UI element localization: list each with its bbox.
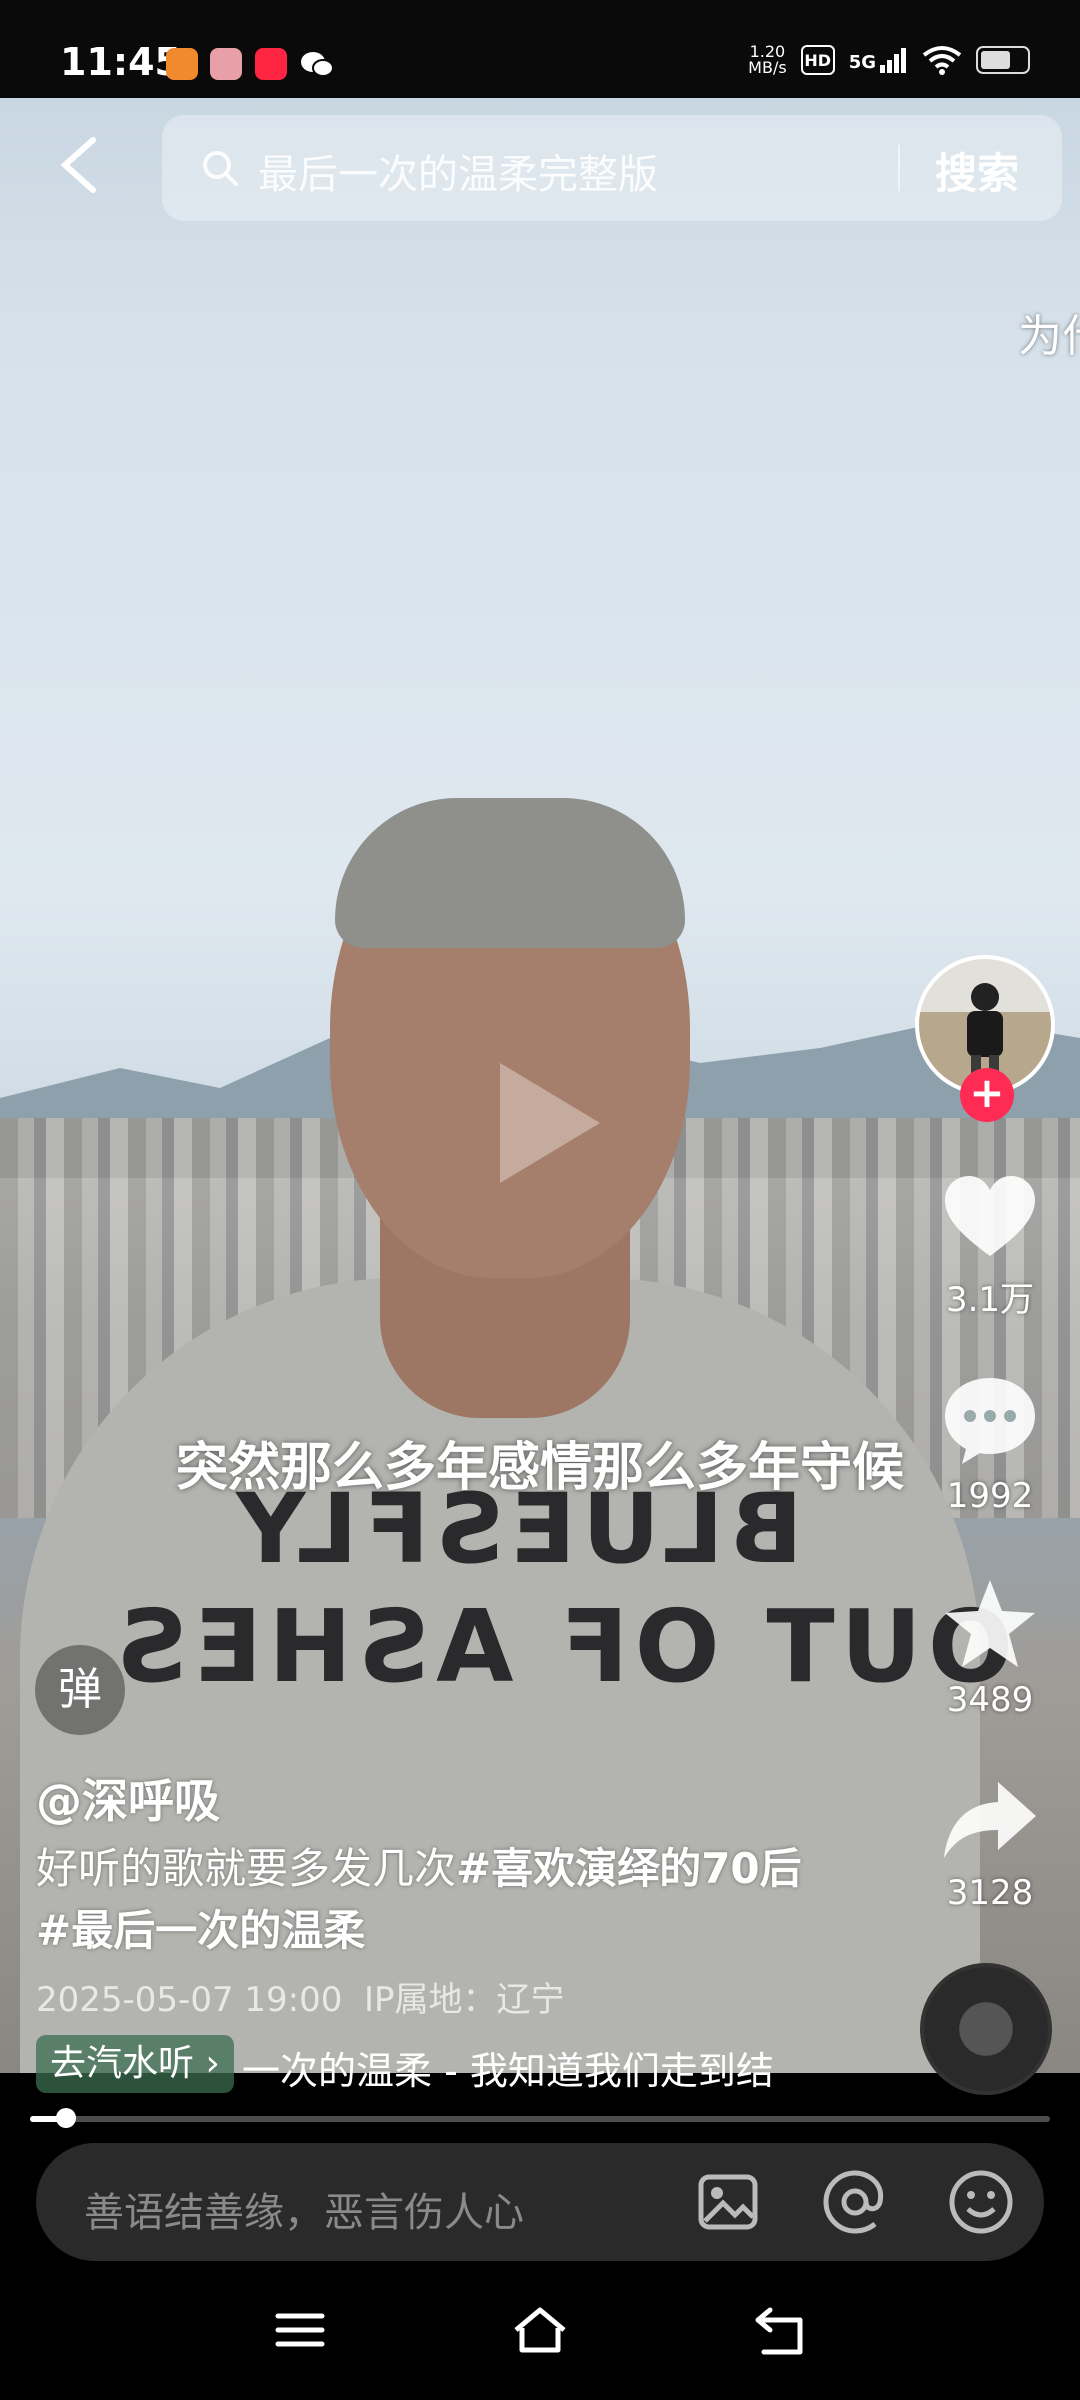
video-person-hair (335, 798, 685, 948)
status-time: 11:45 (60, 40, 181, 84)
menu-icon[interactable] (270, 2300, 330, 2360)
music-title[interactable]: 一次的温柔 - 我知道我们走到结 (242, 2040, 812, 2095)
comment-icon[interactable] (940, 1370, 1040, 1470)
danmu-toggle-button[interactable]: 弹 (35, 1645, 125, 1735)
favorite-count: 3489 (946, 1680, 1034, 1720)
comment-input[interactable]: 善语结善缘，恶言伤人心 (84, 2180, 524, 2238)
share-icon[interactable] (940, 1770, 1040, 1870)
home-icon[interactable] (510, 2300, 570, 2360)
search-divider (898, 145, 900, 191)
battery-icon (976, 46, 1030, 74)
play-icon[interactable] (460, 1043, 620, 1203)
app-notification-icon (210, 48, 242, 80)
description-text: 好听的歌就要多发几次 (36, 1844, 457, 1893)
music-app-chip[interactable]: 去汽水听 › (36, 2035, 234, 2093)
app-notification-icon (166, 48, 198, 80)
post-datetime: 2025-05-07 19:00 (36, 1980, 343, 2020)
author-username[interactable]: @深呼吸 (36, 1765, 220, 1831)
search-icon (203, 151, 238, 186)
back-nav-icon[interactable] (750, 2300, 810, 2360)
progress-bar[interactable] (30, 2116, 1050, 2122)
xiaohongshu-icon (255, 48, 287, 80)
hd-badge: HD (800, 45, 835, 75)
hashtag-link[interactable]: #喜欢演绎的70后 (456, 1844, 802, 1893)
image-icon[interactable] (693, 2167, 763, 2237)
search-input[interactable]: 最后一次的温柔完整版 (258, 142, 658, 200)
comment-count: 1992 (946, 1476, 1034, 1516)
hashtag-link[interactable]: #最后一次的温柔 (36, 1906, 365, 1955)
emoji-icon[interactable] (946, 2167, 1016, 2237)
wifi-icon (922, 46, 962, 75)
search-button[interactable]: 搜索 (935, 140, 1019, 201)
progress-handle[interactable] (55, 2108, 76, 2128)
favorite-star-icon[interactable] (940, 1575, 1040, 1675)
wechat-icon (300, 50, 334, 84)
back-icon[interactable] (55, 135, 105, 195)
follow-button[interactable]: + (960, 1068, 1014, 1122)
shirt-print-line2: OUT OF ASHES (110, 1588, 1013, 1705)
share-count: 3128 (946, 1873, 1034, 1913)
cellular-signal-icon: 5G (849, 47, 908, 73)
ip-location: IP属地：辽宁 (364, 1980, 565, 2020)
edge-overlay-text: 为什 (1018, 311, 1080, 362)
like-count: 3.1万 (945, 1280, 1035, 1320)
post-meta: 2025-05-07 19:00 IP属地：辽宁 (36, 1972, 565, 2021)
mention-icon[interactable] (820, 2167, 890, 2237)
video-description: 好听的歌就要多发几次#喜欢演绎的70后 #最后一次的温柔 (36, 1838, 826, 1962)
like-icon[interactable] (940, 1168, 1040, 1268)
status-indicators: 1.20 MB/s HD 5G (748, 44, 1030, 76)
music-disc-icon[interactable] (920, 1963, 1052, 2095)
network-speed: 1.20 MB/s (748, 42, 787, 77)
